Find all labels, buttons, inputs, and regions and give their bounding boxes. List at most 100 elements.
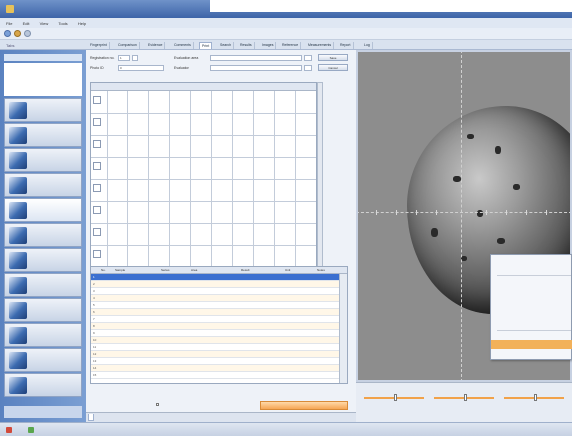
context-menu-item[interactable] xyxy=(491,350,572,359)
grid-row-marker[interactable] xyxy=(93,250,101,258)
table-row[interactable]: 14 xyxy=(91,365,339,372)
screen-background xyxy=(210,0,572,12)
context-menu-item[interactable] xyxy=(491,331,572,340)
photo-field[interactable]: 0 xyxy=(118,65,164,71)
column-header[interactable]: Series xyxy=(161,268,170,272)
table-row[interactable]: 1 xyxy=(91,274,339,281)
table-row[interactable]: 8 xyxy=(91,323,339,330)
registration-field[interactable]: 1 xyxy=(118,55,130,61)
tab-reference[interactable]: Reference xyxy=(280,42,302,49)
error-icon xyxy=(6,427,12,433)
evaluation-dropdown[interactable] xyxy=(304,55,312,61)
table-row[interactable]: 15 xyxy=(91,372,339,379)
context-menu-item[interactable] xyxy=(491,312,572,321)
tab-report[interactable]: Report xyxy=(338,42,354,49)
sidebar-item-5[interactable] xyxy=(4,198,82,222)
grid-row-marker[interactable] xyxy=(93,140,101,148)
save-button[interactable]: Save xyxy=(318,54,348,61)
table-scrollbar[interactable] xyxy=(339,274,347,383)
row-number: 12 xyxy=(93,352,97,356)
sidebar-item-12[interactable] xyxy=(4,373,82,397)
adjustment-panel xyxy=(356,382,572,422)
evaluator-field[interactable] xyxy=(210,65,302,71)
bottom-tab-1[interactable] xyxy=(88,414,94,421)
sidebar-item-7[interactable] xyxy=(4,248,82,272)
tab-search[interactable]: Search xyxy=(218,42,235,49)
grid-row-marker[interactable] xyxy=(93,96,101,104)
column-header[interactable]: No. xyxy=(101,268,106,272)
table-row[interactable]: 3 xyxy=(91,288,339,295)
tab-evidence[interactable]: Evidence xyxy=(146,42,166,49)
bottom-tab-2[interactable] xyxy=(108,414,112,421)
grid-row-marker[interactable] xyxy=(93,228,101,236)
context-menu-item[interactable] xyxy=(491,294,572,303)
tab-results[interactable]: Results xyxy=(238,42,255,49)
sidebar-item-3[interactable] xyxy=(4,148,82,172)
row-number: 15 xyxy=(93,373,97,377)
column-header[interactable]: Unit xyxy=(285,268,290,272)
table-row[interactable]: 4 xyxy=(91,295,339,302)
tab-log[interactable]: Log xyxy=(362,42,373,49)
table-row[interactable]: 6 xyxy=(91,309,339,316)
tab-comments[interactable]: Comments xyxy=(172,42,194,49)
refresh-icon[interactable] xyxy=(14,30,21,37)
sidebar-item-10[interactable] xyxy=(4,323,82,347)
tab-print[interactable]: Print xyxy=(199,42,213,49)
sidebar-item-11[interactable] xyxy=(4,348,82,372)
context-menu-item[interactable] xyxy=(491,303,572,312)
ok-icon xyxy=(28,427,34,433)
registration-dropdown[interactable] xyxy=(132,55,138,61)
back-icon[interactable] xyxy=(4,30,11,37)
menu-tools[interactable]: Tools xyxy=(58,21,67,26)
menu-view[interactable]: View xyxy=(40,21,49,26)
column-header[interactable]: Result xyxy=(241,268,250,272)
evaluation-label: Evaluation area xyxy=(174,56,199,60)
context-menu-item[interactable] xyxy=(491,321,572,330)
slider-thumb[interactable] xyxy=(394,394,397,401)
sidebar-item-6[interactable] xyxy=(4,223,82,247)
photo-label: Photo ID xyxy=(90,66,104,70)
tab-images[interactable]: Images xyxy=(260,42,277,49)
primary-action-button[interactable] xyxy=(260,401,348,410)
table-row[interactable]: 9 xyxy=(91,330,339,337)
table-row[interactable]: 12 xyxy=(91,351,339,358)
tab-measurements[interactable]: Measurements xyxy=(306,42,335,49)
table-row[interactable]: 10 xyxy=(91,337,339,344)
table-row[interactable]: 13 xyxy=(91,358,339,365)
menu-edit[interactable]: Edit xyxy=(23,21,30,26)
slider-thumb[interactable] xyxy=(534,394,537,401)
tab-fingerprint[interactable]: Fingerprint xyxy=(88,42,110,49)
evaluator-dropdown[interactable] xyxy=(304,65,312,71)
context-menu-item-highlighted[interactable] xyxy=(491,340,572,349)
sidebar-item-2[interactable] xyxy=(4,123,82,147)
context-menu-item[interactable] xyxy=(491,276,572,285)
column-header[interactable]: Area xyxy=(191,268,197,272)
menu-help[interactable]: Help xyxy=(78,21,86,26)
bottom-tab-3[interactable] xyxy=(138,414,142,421)
evaluation-field[interactable] xyxy=(210,55,302,61)
table-row[interactable]: 11 xyxy=(91,344,339,351)
table-row[interactable]: 7 xyxy=(91,316,339,323)
sidebar-item-1[interactable] xyxy=(4,98,82,122)
module-icon xyxy=(9,302,27,319)
table-row[interactable]: 2 xyxy=(91,281,339,288)
print-icon[interactable] xyxy=(24,30,31,37)
grid-row-marker[interactable] xyxy=(93,184,101,192)
grid-row-marker[interactable] xyxy=(93,118,101,126)
menu-file[interactable]: File xyxy=(6,21,12,26)
sidebar-item-8[interactable] xyxy=(4,273,82,297)
option-checkbox[interactable] xyxy=(156,403,159,406)
column-header[interactable]: Sample xyxy=(115,268,125,272)
context-menu-item[interactable] xyxy=(491,257,572,266)
column-header[interactable]: Notes xyxy=(317,268,325,272)
grid-row-marker[interactable] xyxy=(93,206,101,214)
table-row[interactable]: 5 xyxy=(91,302,339,309)
context-menu-item[interactable] xyxy=(491,285,572,294)
cancel-button[interactable]: Cancel xyxy=(318,64,348,71)
tab-comparison[interactable]: Comparison xyxy=(116,42,140,49)
slider-thumb[interactable] xyxy=(464,394,467,401)
context-menu-item[interactable] xyxy=(491,266,572,275)
sidebar-item-4[interactable] xyxy=(4,173,82,197)
grid-row-marker[interactable] xyxy=(93,162,101,170)
sidebar-item-9[interactable] xyxy=(4,298,82,322)
